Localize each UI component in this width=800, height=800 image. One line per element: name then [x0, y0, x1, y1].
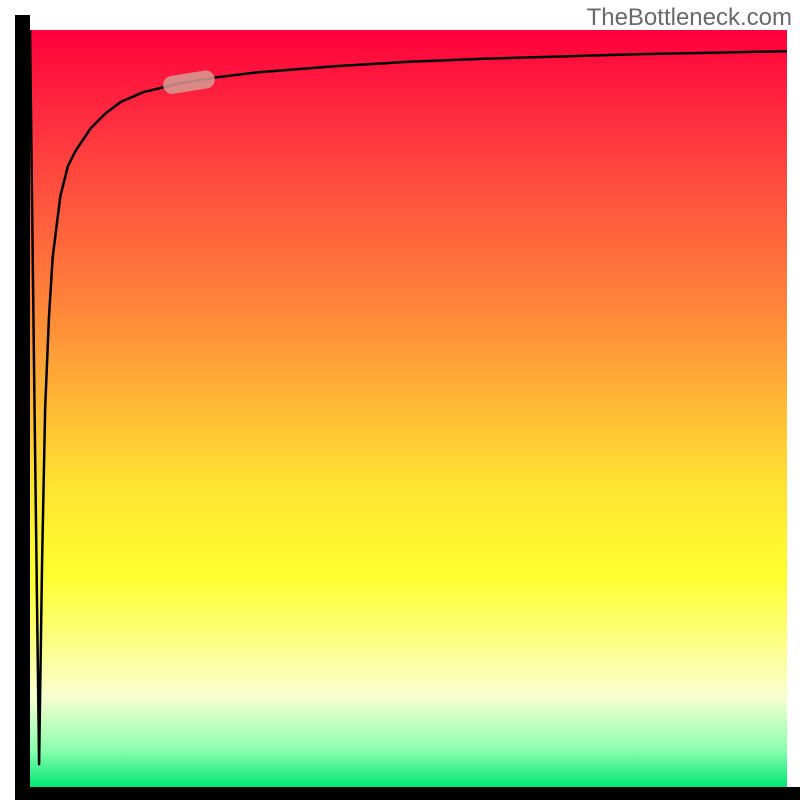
watermark-text: TheBottleneck.com: [587, 4, 792, 32]
x-axis: [15, 787, 800, 800]
chart-stage: TheBottleneck.com: [0, 0, 800, 800]
plot-area: [30, 30, 787, 787]
y-axis: [15, 15, 30, 800]
